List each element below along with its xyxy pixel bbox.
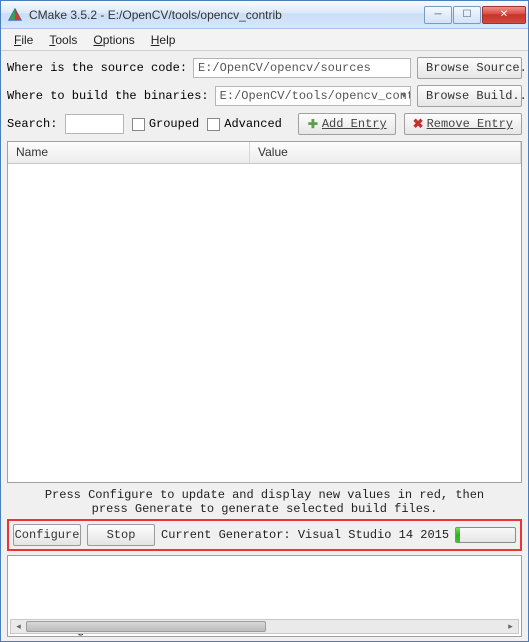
- col-name[interactable]: Name: [8, 142, 250, 163]
- x-icon: ✖: [413, 117, 424, 132]
- menu-file[interactable]: File: [7, 31, 40, 49]
- variables-table: Name Value: [7, 141, 522, 483]
- col-value[interactable]: Value: [250, 142, 521, 163]
- search-toolbar: Search: Grouped Advanced ✚ Add Entry ✖ R…: [7, 113, 522, 135]
- source-row: Where is the source code: E:/OpenCV/open…: [7, 57, 522, 79]
- source-label: Where is the source code:: [7, 61, 187, 75]
- checkbox-icon: [132, 118, 145, 131]
- progress-bar: [455, 527, 516, 543]
- menu-help[interactable]: Help: [144, 31, 183, 49]
- configure-button[interactable]: Configure: [13, 524, 81, 546]
- scroll-thumb[interactable]: [26, 621, 266, 632]
- window-title: CMake 3.5.2 - E:/OpenCV/tools/opencv_con…: [29, 8, 423, 22]
- window-controls: ─ ☐ ✕: [423, 6, 526, 24]
- action-row: Configure Stop Current Generator: Visual…: [7, 519, 522, 551]
- minimize-button[interactable]: ─: [424, 6, 452, 24]
- generator-label: Current Generator: Visual Studio 14 2015: [161, 528, 449, 542]
- checkbox-icon: [207, 118, 220, 131]
- search-input[interactable]: [65, 114, 123, 134]
- horizontal-scrollbar[interactable]: ◂ ▸: [10, 619, 519, 634]
- progress-fill: [456, 528, 460, 542]
- content-area: Where is the source code: E:/OpenCV/open…: [1, 51, 528, 641]
- menubar: File Tools Options Help: [1, 29, 528, 51]
- remove-entry-button[interactable]: ✖ Remove Entry: [404, 113, 522, 135]
- browse-build-button[interactable]: Browse Build...: [417, 85, 522, 107]
- menu-options[interactable]: Options: [86, 31, 141, 49]
- scroll-right-icon[interactable]: ▸: [503, 620, 518, 633]
- source-path-input[interactable]: E:/OpenCV/opencv/sources: [193, 58, 411, 78]
- titlebar[interactable]: CMake 3.5.2 - E:/OpenCV/tools/opencv_con…: [1, 1, 528, 29]
- grouped-checkbox[interactable]: Grouped: [132, 117, 199, 131]
- stop-button[interactable]: Stop: [87, 524, 155, 546]
- app-icon: [7, 7, 23, 23]
- search-label: Search:: [7, 117, 57, 131]
- maximize-button[interactable]: ☐: [453, 6, 481, 24]
- output-log[interactable]: Looking for assert.h - found Looking for…: [7, 555, 522, 637]
- hint-text: Press Configure to update and display ne…: [7, 483, 522, 519]
- add-entry-button[interactable]: ✚ Add Entry: [298, 113, 396, 135]
- table-body[interactable]: [8, 164, 521, 482]
- table-header: Name Value: [8, 142, 521, 164]
- browse-source-button[interactable]: Browse Source...: [417, 57, 522, 79]
- menu-tools[interactable]: Tools: [42, 31, 84, 49]
- build-row: Where to build the binaries: E:/OpenCV/t…: [7, 85, 522, 107]
- close-button[interactable]: ✕: [482, 6, 526, 24]
- app-window: CMake 3.5.2 - E:/OpenCV/tools/opencv_con…: [0, 0, 529, 642]
- build-path-combo[interactable]: E:/OpenCV/tools/opencv_contrib: [215, 86, 411, 106]
- scroll-left-icon[interactable]: ◂: [11, 620, 26, 633]
- plus-icon: ✚: [307, 118, 319, 130]
- advanced-checkbox[interactable]: Advanced: [207, 117, 282, 131]
- build-label: Where to build the binaries:: [7, 89, 209, 103]
